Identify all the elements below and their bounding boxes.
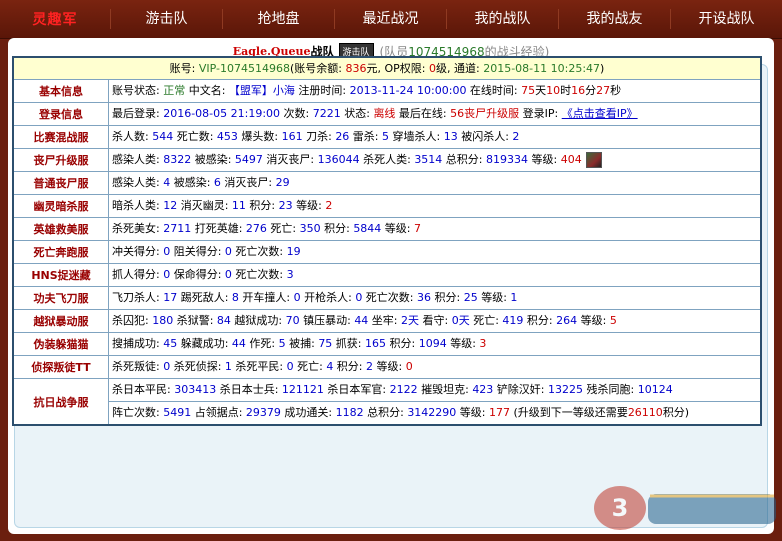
table-row: 伪装躲猫猫 搜捕成功: 45 躲藏成功: 44 作死: 5 被捕: 75 抓获:… bbox=[14, 333, 760, 356]
row-value: 暗杀人类: 12 消灭幽灵: 11 积分: 23 等级: 2 bbox=[112, 199, 333, 212]
table-row: 丧尸升级服 感染人类: 8322 被感染: 5497 消灭丧尸: 136044 … bbox=[14, 149, 760, 172]
nav-create-team[interactable]: 开设战队 bbox=[670, 9, 782, 29]
table-row: 比赛混战服 杀人数: 544 死亡数: 453 爆头数: 161 刀杀: 26 … bbox=[14, 126, 760, 149]
table-row: 普通丧尸服 感染人类: 4 被感染: 6 消灭丧尸: 29 bbox=[14, 172, 760, 195]
row-label: 伪装躲猫猫 bbox=[14, 333, 109, 355]
nav-grab-territory[interactable]: 抢地盘 bbox=[222, 9, 334, 29]
table-row: 幽灵暗杀服 暗杀人类: 12 消灭幽灵: 11 积分: 23 等级: 2 bbox=[14, 195, 760, 218]
row-value: 冲关得分: 0 阻关得分: 0 死亡次数: 19 bbox=[112, 245, 301, 258]
row-label: 侦探叛徒TT bbox=[14, 356, 109, 378]
row-value: 感染人类: 8322 被感染: 5497 消灭丧尸: 136044 杀死人类: … bbox=[109, 149, 760, 171]
row-value-login: 最后登录: 2016-08-05 21:19:00 次数: 7221 状态: 离… bbox=[112, 107, 638, 120]
row-label: 英雄救美服 bbox=[14, 218, 109, 240]
row-value-anti-japanese: 杀日本平民: 303413 杀日本士兵: 121121 杀日本军官: 2122 … bbox=[109, 379, 760, 424]
table-row: 基本信息 账号状态: 正常 中文名: 【盟军】小海 注册时间: 2013-11-… bbox=[14, 80, 760, 103]
rank-avatar-icon bbox=[585, 152, 602, 168]
nav-recent-battles[interactable]: 最近战况 bbox=[334, 9, 446, 29]
site-logo[interactable]: 灵趣军 bbox=[0, 9, 110, 29]
row-label: 比赛混战服 bbox=[14, 126, 109, 148]
row-label-login: 登录信息 bbox=[14, 103, 109, 125]
account-balance: 836 bbox=[345, 62, 367, 75]
row-label: 功夫飞刀服 bbox=[14, 287, 109, 309]
nav-my-comrades[interactable]: 我的战友 bbox=[558, 9, 670, 29]
row-value: 杀人数: 544 死亡数: 453 爆头数: 161 刀杀: 26 雷杀: 5 … bbox=[112, 130, 520, 143]
table-row: 抗日战争服 杀日本平民: 303413 杀日本士兵: 121121 杀日本军官:… bbox=[14, 379, 760, 424]
row-value: 杀死叛徒: 0 杀死侦探: 1 杀死平民: 0 死亡: 4 积分: 2 等级: … bbox=[112, 360, 413, 373]
stats-table: 账号: VIP-1074514968(账号余额: 836元, OP权限: 0级,… bbox=[12, 56, 762, 426]
row-value: 杀死美女: 2711 打死英雄: 276 死亡: 350 积分: 5844 等级… bbox=[112, 222, 422, 235]
nav-guerrilla[interactable]: 游击队 bbox=[110, 9, 222, 29]
table-row: HNS捉迷藏 抓人得分: 0 保命得分: 0 死亡次数: 3 bbox=[14, 264, 760, 287]
row-label: 死亡奔跑服 bbox=[14, 241, 109, 263]
row-label: 越狱暴动服 bbox=[14, 310, 109, 332]
table-row: 侦探叛徒TT 杀死叛徒: 0 杀死侦探: 1 杀死平民: 0 死亡: 4 积分:… bbox=[14, 356, 760, 379]
row-value: 杀囚犯: 180 杀狱警: 84 越狱成功: 70 镇压暴动: 44 坐牢: 2… bbox=[112, 314, 617, 327]
table-row: 越狱暴动服 杀囚犯: 180 杀狱警: 84 越狱成功: 70 镇压暴动: 44… bbox=[14, 310, 760, 333]
table-row: 功夫飞刀服 飞刀杀人: 17 踢死敌人: 8 开车撞人: 0 开枪杀人: 0 死… bbox=[14, 287, 760, 310]
table-row: 登录信息 最后登录: 2016-08-05 21:19:00 次数: 7221 … bbox=[14, 103, 760, 126]
row-label: 丧尸升级服 bbox=[14, 149, 109, 171]
account-summary: 账号: VIP-1074514968(账号余额: 836元, OP权限: 0级,… bbox=[14, 58, 760, 79]
row-label-anti-japanese: 抗日战争服 bbox=[14, 379, 109, 424]
row-value-basic: 账号状态: 正常 中文名: 【盟军】小海 注册时间: 2013-11-24 10… bbox=[112, 84, 622, 97]
row-value: 搜捕成功: 45 躲藏成功: 44 作死: 5 被捕: 75 抓获: 165 积… bbox=[112, 337, 487, 350]
row-label: 普通丧尸服 bbox=[14, 172, 109, 194]
row-value: 飞刀杀人: 17 踢死敌人: 8 开车撞人: 0 开枪杀人: 0 死亡次数: 3… bbox=[112, 291, 518, 304]
row-label: 幽灵暗杀服 bbox=[14, 195, 109, 217]
top-nav: 灵趣军 游击队 抢地盘 最近战况 我的战队 我的战友 开设战队 bbox=[0, 0, 782, 39]
row-value-line: 杀日本平民: 303413 杀日本士兵: 121121 杀日本军官: 2122 … bbox=[109, 379, 760, 402]
view-ip-link[interactable]: 《点击查看IP》 bbox=[562, 107, 638, 120]
row-value: 感染人类: 4 被感染: 6 消灭丧尸: 29 bbox=[112, 176, 290, 189]
row-label: HNS捉迷藏 bbox=[14, 264, 109, 286]
table-row: 英雄救美服 杀死美女: 2711 打死英雄: 276 死亡: 350 积分: 5… bbox=[14, 218, 760, 241]
row-value: 抓人得分: 0 保命得分: 0 死亡次数: 3 bbox=[112, 268, 294, 281]
account-row: 账号: VIP-1074514968(账号余额: 836元, OP权限: 0级,… bbox=[14, 58, 760, 80]
row-label-basic: 基本信息 bbox=[14, 80, 109, 102]
table-row: 死亡奔跑服 冲关得分: 0 阻关得分: 0 死亡次数: 19 bbox=[14, 241, 760, 264]
account-id: VIP-1074514968 bbox=[198, 62, 290, 75]
row-value-line: 阵亡次数: 5491 占领据点: 29379 成功通关: 1182 总积分: 3… bbox=[112, 406, 690, 419]
nav-my-team[interactable]: 我的战队 bbox=[446, 9, 558, 29]
